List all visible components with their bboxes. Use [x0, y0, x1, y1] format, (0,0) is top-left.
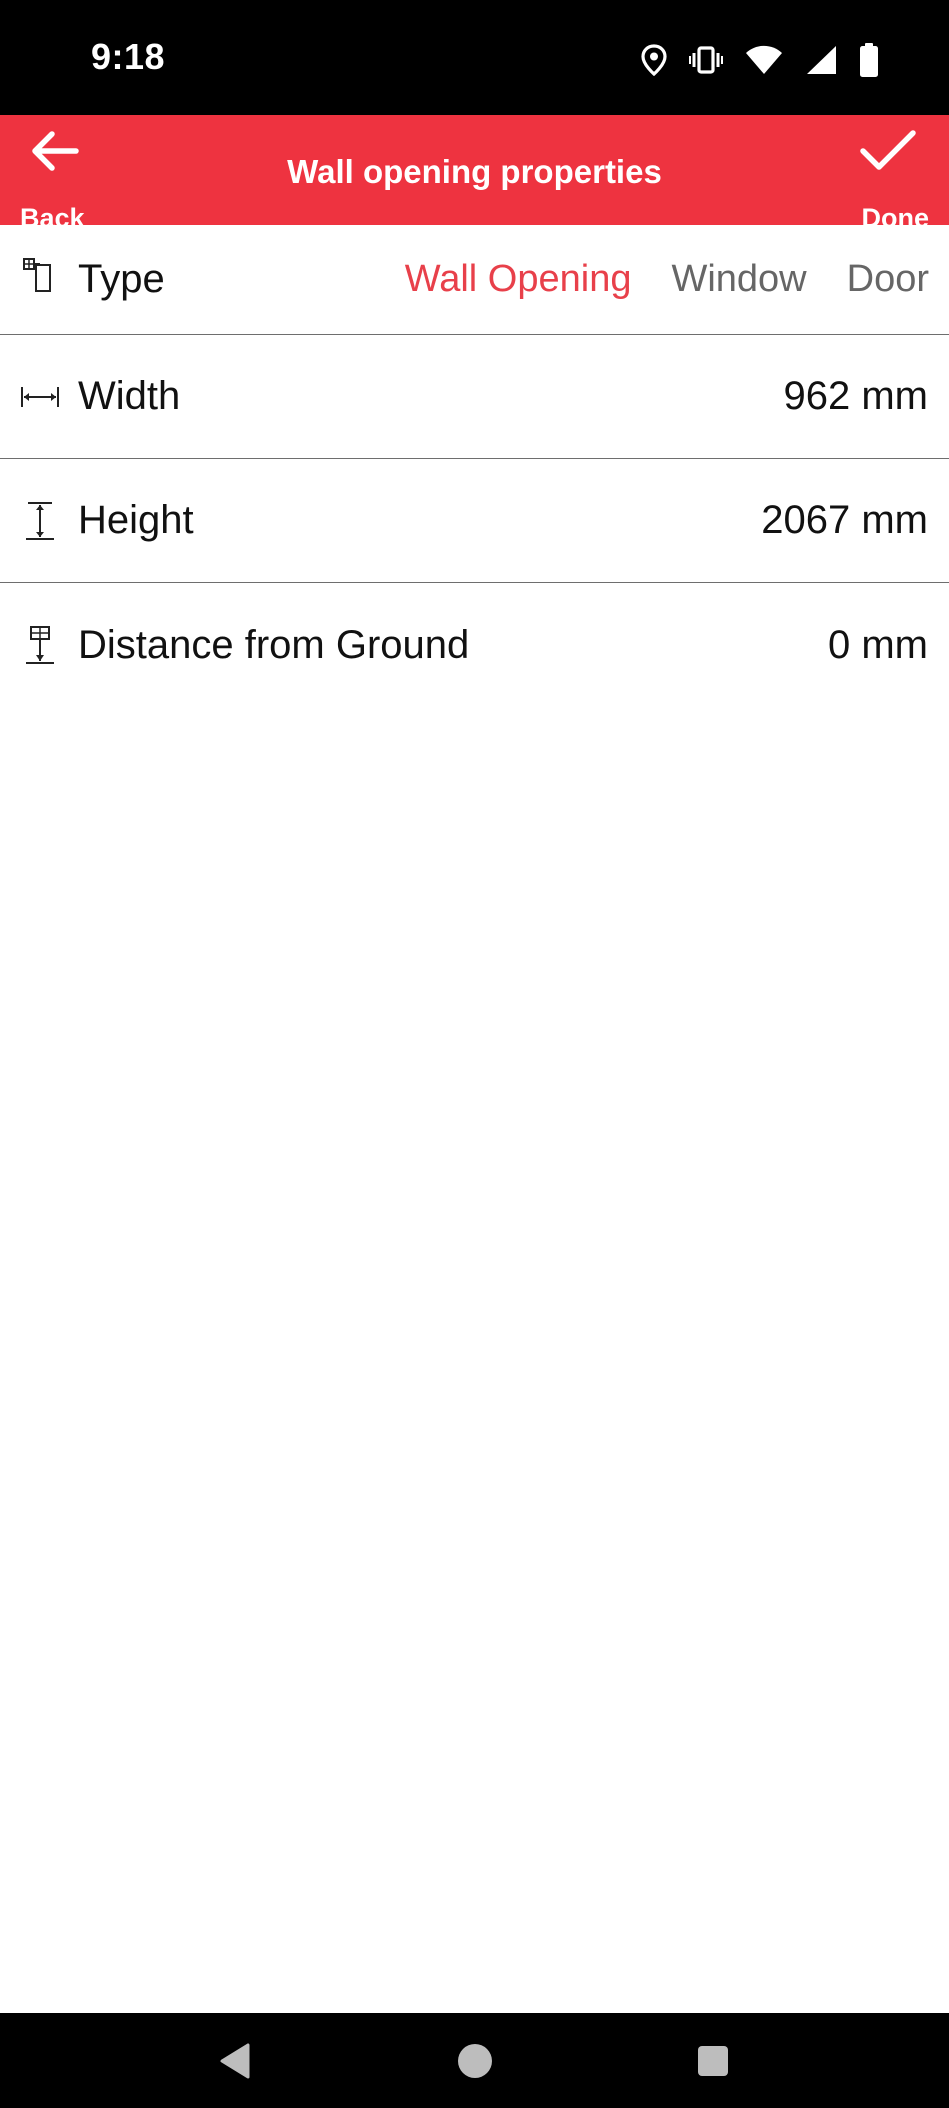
ground-distance-icon: [26, 626, 54, 664]
height-row[interactable]: Height 2067 mm: [0, 459, 949, 583]
height-label: Height: [78, 498, 194, 542]
type-row: Type Wall Opening Window Door: [0, 225, 949, 335]
height-dimension-icon: [26, 502, 54, 540]
vibrate-icon: [689, 45, 723, 75]
distance-value[interactable]: 0 mm: [828, 583, 928, 707]
distance-from-ground-row[interactable]: Distance from Ground 0 mm: [0, 583, 949, 707]
status-bar: 9:18: [0, 0, 949, 115]
checkmark-icon: [860, 130, 916, 170]
width-dimension-icon: [21, 387, 59, 407]
type-option-window[interactable]: Window: [671, 258, 806, 301]
type-label: Type: [78, 257, 165, 301]
width-label: Width: [78, 374, 181, 418]
height-value[interactable]: 2067 mm: [761, 459, 928, 582]
type-segmented-control: Wall Opening Window Door: [405, 225, 929, 334]
done-button[interactable]: Done: [829, 129, 939, 233]
wifi-icon: [745, 45, 783, 75]
status-icons: [641, 40, 879, 80]
type-option-wall-opening[interactable]: Wall Opening: [405, 258, 632, 301]
system-nav-bar: [0, 2013, 949, 2108]
location-icon: [641, 44, 667, 76]
type-option-door[interactable]: Door: [847, 258, 929, 301]
battery-icon: [859, 43, 879, 77]
page-title: Wall opening properties: [287, 153, 662, 190]
recents-nav-icon[interactable]: [693, 2041, 733, 2081]
width-row[interactable]: Width 962 mm: [0, 335, 949, 459]
back-nav-icon[interactable]: [216, 2041, 256, 2081]
wall-opening-type-icon: [23, 258, 51, 292]
app-bar: Back Wall opening properties Done: [0, 115, 949, 233]
signal-icon: [805, 45, 837, 75]
status-time: 9:18: [91, 36, 166, 77]
width-value[interactable]: 962 mm: [784, 335, 929, 458]
home-nav-icon[interactable]: [455, 2041, 495, 2081]
distance-label: Distance from Ground: [78, 622, 470, 667]
